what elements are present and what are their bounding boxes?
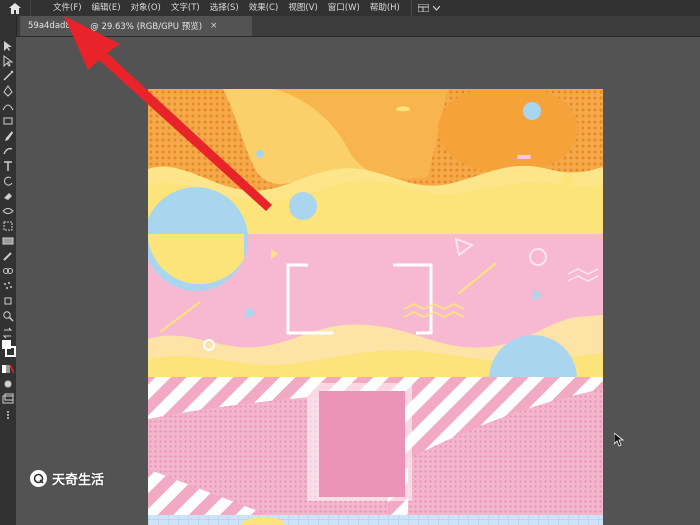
color-mode-icon[interactable]: [2, 363, 14, 375]
watermark-text: 天奇生活: [52, 473, 105, 488]
artboard-artwork: [148, 89, 603, 525]
rectangle-tool-icon[interactable]: [2, 115, 14, 127]
home-icon: [9, 2, 21, 14]
direct-selection-tool-icon[interactable]: [2, 55, 14, 67]
menu-window[interactable]: 窗口(W): [323, 0, 365, 16]
menu-type[interactable]: 文字(T): [166, 0, 205, 16]
document-tab-bar: 59a4dad85 @ 29.63% (RGB/GPU 预览) ×: [16, 16, 700, 37]
menu-edit[interactable]: 编辑(E): [87, 0, 126, 16]
swap-fill-stroke-icon[interactable]: [2, 327, 14, 339]
workspace-layout-button[interactable]: [410, 0, 446, 16]
document-name: 59a4dad85: [28, 21, 77, 31]
banner-blue-sliver: [148, 515, 603, 525]
zoom-tool-icon[interactable]: [2, 310, 14, 322]
screen-mode-icon[interactable]: [2, 393, 14, 405]
artboard[interactable]: [148, 89, 603, 525]
free-transform-tool-icon[interactable]: [2, 220, 14, 232]
menu-select[interactable]: 选择(S): [205, 0, 244, 16]
canvas-area[interactable]: [16, 37, 700, 525]
chevron-down-icon: [432, 5, 440, 11]
magic-wand-tool-icon[interactable]: [2, 70, 14, 82]
curvature-tool-icon[interactable]: [2, 100, 14, 112]
menu-bar: 文件(F) 编辑(E) 对象(O) 文字(T) 选择(S) 效果(C) 视图(V…: [0, 0, 700, 16]
fill-stroke-swatch-icon[interactable]: [2, 340, 16, 358]
watermark: 天奇生活: [30, 469, 104, 488]
watermark-logo-icon: [30, 470, 47, 487]
document-zoom-mode: @ 29.63% (RGB/GPU 预览): [90, 22, 203, 32]
close-tab-icon[interactable]: ×: [210, 21, 218, 31]
more-tools-icon[interactable]: [2, 409, 14, 421]
menu-object[interactable]: 对象(O): [126, 0, 166, 16]
menu-help[interactable]: 帮助(H): [365, 0, 405, 16]
tools-panel: [0, 16, 17, 525]
layout-grid-icon: [417, 4, 429, 12]
pen-tool-icon[interactable]: [2, 85, 14, 97]
shaper-tool-icon[interactable]: [2, 145, 14, 157]
menu-effect[interactable]: 效果(C): [244, 0, 284, 16]
eraser-tool-icon[interactable]: [2, 190, 14, 202]
banner-stripes: [148, 377, 603, 515]
selection-tool-icon[interactable]: [2, 40, 14, 52]
mouse-pointer-icon: [614, 433, 625, 447]
menu-view[interactable]: 视图(V): [283, 0, 322, 16]
menu-file[interactable]: 文件(F): [31, 0, 87, 16]
rotate-tool-icon[interactable]: [2, 175, 14, 187]
artboard-tool-icon[interactable]: [2, 295, 14, 307]
blend-tool-icon[interactable]: [2, 265, 14, 277]
type-tool-icon[interactable]: [2, 160, 14, 172]
paintbrush-tool-icon[interactable]: [2, 130, 14, 142]
home-button[interactable]: [0, 0, 31, 16]
draw-mode-icon[interactable]: [2, 378, 14, 390]
eyedropper-tool-icon[interactable]: [2, 250, 14, 262]
document-tab[interactable]: 59a4dad85 @ 29.63% (RGB/GPU 预览) ×: [20, 16, 252, 36]
gradient-tool-icon[interactable]: [2, 235, 14, 247]
width-tool-icon[interactable]: [2, 205, 14, 217]
symbol-sprayer-tool-icon[interactable]: [2, 280, 14, 292]
